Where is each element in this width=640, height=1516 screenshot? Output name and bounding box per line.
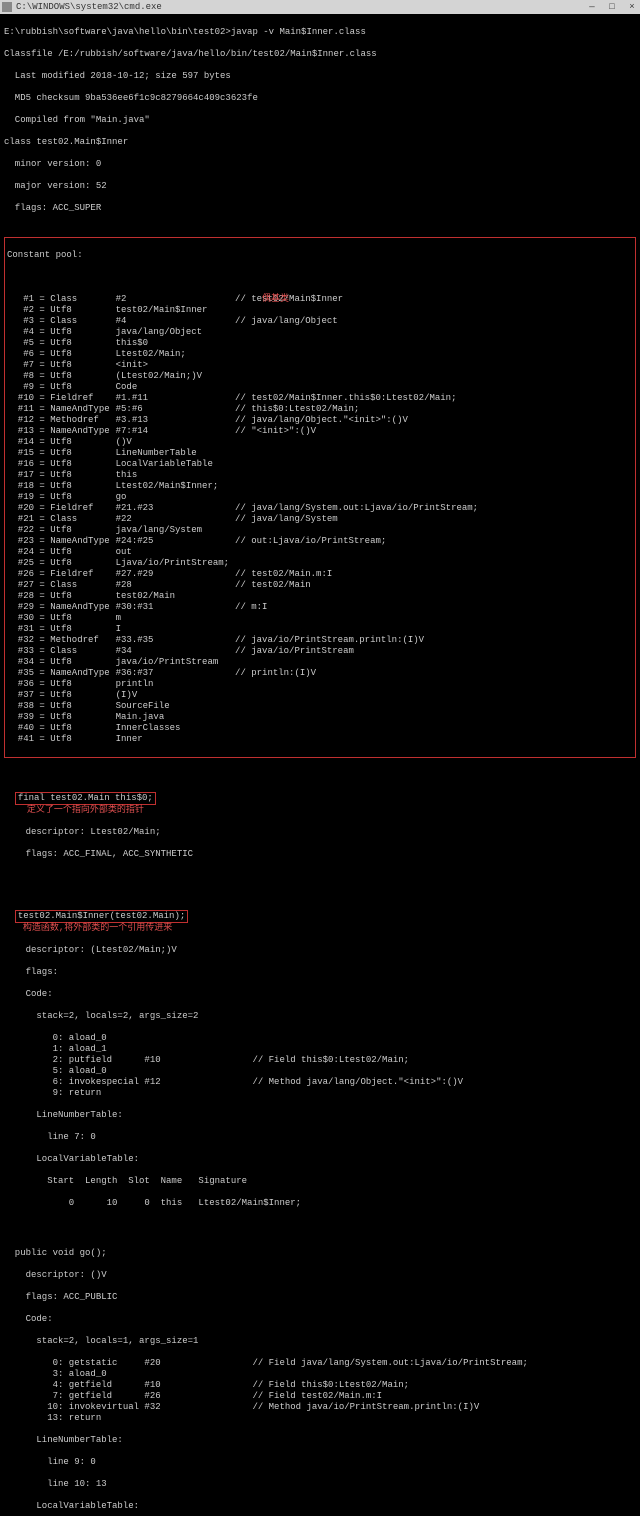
maximize-button[interactable]: □ bbox=[606, 1, 618, 13]
const-pool-row: #39 = Utf8Main.java bbox=[7, 712, 484, 723]
field-flags: flags: ACC_FINAL, ACC_SYNTHETIC bbox=[4, 849, 636, 860]
ctor-signature: test02.Main$Inner(test02.Main); bbox=[15, 910, 188, 923]
const-pool-row: #22 = Utf8java/lang/System bbox=[7, 525, 484, 536]
annotation-inner: 偶基类 bbox=[262, 294, 289, 305]
const-pool-row: #3 = Class#4// java/lang/Object bbox=[7, 316, 484, 327]
const-pool-row: #10 = Fieldref#1.#11// test02/Main$Inner… bbox=[7, 393, 484, 404]
const-pool-row: #37 = Utf8(I)V bbox=[7, 690, 484, 701]
const-pool-row: #5 = Utf8this$0 bbox=[7, 338, 484, 349]
minimize-button[interactable]: — bbox=[586, 1, 598, 13]
field-block: final test02.Main this$0; 定义了一个指向外部类的指针 bbox=[4, 781, 636, 816]
ctor-lvt-hdr: Start Length Slot Name Signature bbox=[4, 1176, 636, 1187]
bytecode-instruction: 5: aload_0 bbox=[4, 1066, 636, 1077]
flags-line: flags: ACC_SUPER bbox=[4, 203, 636, 214]
const-pool-row: #26 = Fieldref#27.#29// test02/Main.m:I bbox=[7, 569, 484, 580]
bytecode-instruction: 13: return bbox=[4, 1413, 636, 1424]
const-pool-row: #38 = Utf8SourceFile bbox=[7, 701, 484, 712]
const-pool-row: #24 = Utf8out bbox=[7, 547, 484, 558]
const-pool-row: #17 = Utf8this bbox=[7, 470, 484, 481]
const-pool-row: #8 = Utf8(Ltest02/Main;)V bbox=[7, 371, 484, 382]
ctor-lnt-row: line 7: 0 bbox=[4, 1132, 636, 1143]
app-icon bbox=[2, 2, 12, 12]
go-signature: public void go(); bbox=[4, 1248, 636, 1259]
go-lvt: LocalVariableTable: bbox=[4, 1501, 636, 1512]
const-pool-row: #21 = Class#22// java/lang/System bbox=[7, 514, 484, 525]
ctor-stack: stack=2, locals=2, args_size=2 bbox=[4, 1011, 636, 1022]
go-flags: flags: ACC_PUBLIC bbox=[4, 1292, 636, 1303]
class-decl: class test02.Main$Inner bbox=[4, 137, 636, 148]
go-lnt: LineNumberTable: bbox=[4, 1435, 636, 1446]
ctor-flags: flags: bbox=[4, 967, 636, 978]
const-pool-row: #9 = Utf8Code bbox=[7, 382, 484, 393]
const-pool-row: #20 = Fieldref#21.#23// java/lang/System… bbox=[7, 503, 484, 514]
go-code-hdr: Code: bbox=[4, 1314, 636, 1325]
terminal-output[interactable]: E:\rubbish\software\java\hello\bin\test0… bbox=[0, 14, 640, 1516]
bytecode-instruction: 2: putfield #10 // Field this$0:Ltest02/… bbox=[4, 1055, 636, 1066]
const-pool-row: #2 = Utf8test02/Main$Inner bbox=[7, 305, 484, 316]
const-pool-row: #28 = Utf8test02/Main bbox=[7, 591, 484, 602]
major-version: major version: 52 bbox=[4, 181, 636, 192]
const-pool-row: #29 = NameAndType#30:#31// m:I bbox=[7, 602, 484, 613]
minor-version: minor version: 0 bbox=[4, 159, 636, 170]
const-pool-row: #18 = Utf8Ltest02/Main$Inner; bbox=[7, 481, 484, 492]
const-pool-row: #11 = NameAndType#5:#6// this$0:Ltest02/… bbox=[7, 404, 484, 415]
const-pool-row: #14 = Utf8()V bbox=[7, 437, 484, 448]
go-lnt-row2: line 10: 13 bbox=[4, 1479, 636, 1490]
ctor-code-hdr: Code: bbox=[4, 989, 636, 1000]
const-pool-row: #31 = Utf8I bbox=[7, 624, 484, 635]
md5-line: MD5 checksum 9ba536ee6f1c9c8279664c409c3… bbox=[4, 93, 636, 104]
const-pool-row: #41 = Utf8Inner bbox=[7, 734, 484, 745]
const-pool-row: #25 = Utf8Ljava/io/PrintStream; bbox=[7, 558, 484, 569]
ctor-annotation: 构造函数,将外部类的一个引用传进来 bbox=[23, 923, 172, 933]
modified-line: Last modified 2018-10-12; size 597 bytes bbox=[4, 71, 636, 82]
const-pool-row: #16 = Utf8LocalVariableTable bbox=[7, 459, 484, 470]
bytecode-instruction: 3: aload_0 bbox=[4, 1369, 636, 1380]
const-pool-row: #13 = NameAndType#7:#14// "<init>":()V bbox=[7, 426, 484, 437]
ctor-lnt: LineNumberTable: bbox=[4, 1110, 636, 1121]
const-pool-row: #15 = Utf8LineNumberTable bbox=[7, 448, 484, 459]
field-descriptor: descriptor: Ltest02/Main; bbox=[4, 827, 636, 838]
bytecode-instruction: 10: invokevirtual #32 // Method java/io/… bbox=[4, 1402, 636, 1413]
const-pool-row: #23 = NameAndType#24:#25// out:Ljava/io/… bbox=[7, 536, 484, 547]
const-pool-row: #33 = Class#34// java/io/PrintStream bbox=[7, 646, 484, 657]
const-pool-row: #40 = Utf8InnerClasses bbox=[7, 723, 484, 734]
const-pool-row: #12 = Methodref#3.#13// java/lang/Object… bbox=[7, 415, 484, 426]
const-pool-row: #4 = Utf8java/lang/Object bbox=[7, 327, 484, 338]
ctor-lvt: LocalVariableTable: bbox=[4, 1154, 636, 1165]
ctor-descriptor: descriptor: (Ltest02/Main;)V bbox=[4, 945, 636, 956]
const-pool-row: #36 = Utf8println bbox=[7, 679, 484, 690]
ctor-block: test02.Main$Inner(test02.Main); 构造函数,将外部… bbox=[4, 899, 636, 934]
const-pool-row: #30 = Utf8m bbox=[7, 613, 484, 624]
classfile-line: Classfile /E:/rubbish/software/java/hell… bbox=[4, 49, 636, 60]
const-pool-row: #27 = Class#28// test02/Main bbox=[7, 580, 484, 591]
ctor-lvt-row: 0 10 0 this Ltest02/Main$Inner; bbox=[4, 1198, 636, 1209]
field-annotation: 定义了一个指向外部类的指针 bbox=[27, 805, 144, 815]
window-titlebar: C:\WINDOWS\system32\cmd.exe — □ × bbox=[0, 0, 640, 14]
go-lnt-row1: line 9: 0 bbox=[4, 1457, 636, 1468]
const-pool-row: #34 = Utf8java/io/PrintStream bbox=[7, 657, 484, 668]
constant-pool-header: Constant pool: bbox=[7, 250, 633, 261]
close-button[interactable]: × bbox=[626, 1, 638, 13]
bytecode-instruction: 1: aload_1 bbox=[4, 1044, 636, 1055]
const-pool-row: #1 = Class#2// test02/Main$Inner bbox=[7, 294, 484, 305]
const-pool-row: #7 = Utf8<init> bbox=[7, 360, 484, 371]
const-pool-row: #19 = Utf8go bbox=[7, 492, 484, 503]
window-title: C:\WINDOWS\system32\cmd.exe bbox=[16, 2, 162, 12]
command-line: E:\rubbish\software\java\hello\bin\test0… bbox=[4, 27, 636, 38]
const-pool-row: #6 = Utf8Ltest02/Main; bbox=[7, 349, 484, 360]
go-stack: stack=2, locals=1, args_size=1 bbox=[4, 1336, 636, 1347]
bytecode-instruction: 6: invokespecial #12 // Method java/lang… bbox=[4, 1077, 636, 1088]
constant-pool-box: Constant pool: 偶基类 #1 = Class#2// test02… bbox=[4, 237, 636, 758]
compiled-line: Compiled from "Main.java" bbox=[4, 115, 636, 126]
bytecode-instruction: 4: getfield #10 // Field this$0:Ltest02/… bbox=[4, 1380, 636, 1391]
const-pool-row: #35 = NameAndType#36:#37// println:(I)V bbox=[7, 668, 484, 679]
const-pool-row: #32 = Methodref#33.#35// java/io/PrintSt… bbox=[7, 635, 484, 646]
bytecode-instruction: 7: getfield #26 // Field test02/Main.m:I bbox=[4, 1391, 636, 1402]
field-signature: final test02.Main this$0; bbox=[15, 792, 156, 805]
bytecode-instruction: 0: getstatic #20 // Field java/lang/Syst… bbox=[4, 1358, 636, 1369]
bytecode-instruction: 0: aload_0 bbox=[4, 1033, 636, 1044]
go-descriptor: descriptor: ()V bbox=[4, 1270, 636, 1281]
bytecode-instruction: 9: return bbox=[4, 1088, 636, 1099]
